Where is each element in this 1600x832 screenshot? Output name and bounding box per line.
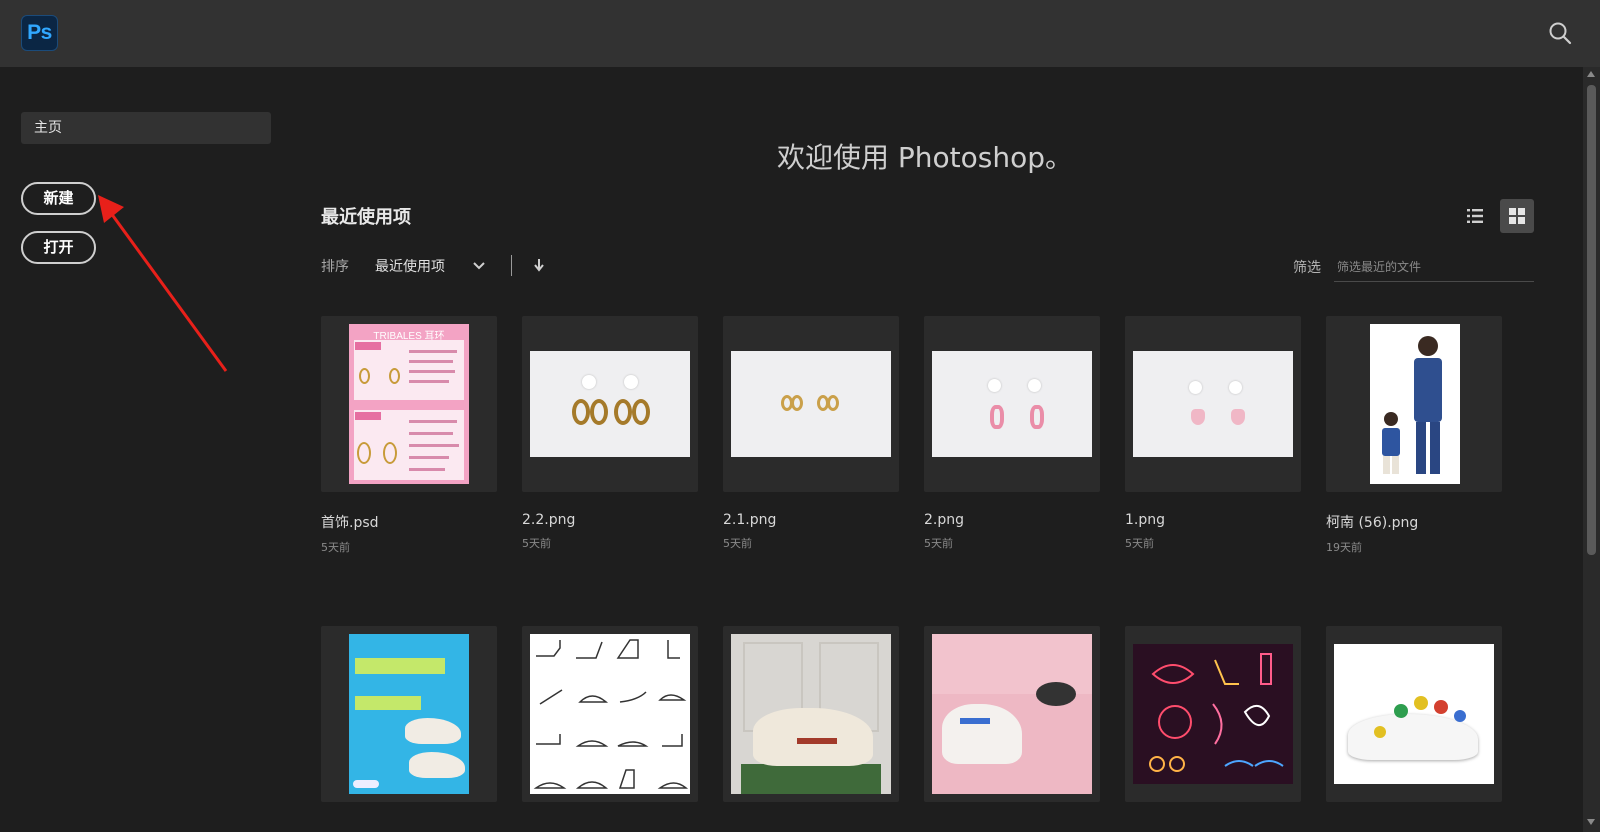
file-thumbnail[interactable] [924,626,1100,802]
file-name: 1.png [1125,512,1166,528]
recent-section-title: 最近使用项 [321,207,411,228]
file-thumbnail[interactable]: TRIBALES 耳环 [321,316,497,492]
grid-view-icon[interactable] [1500,199,1534,233]
file-card[interactable] [1125,626,1301,822]
file-thumbnail[interactable] [723,626,899,802]
file-date: 19天前 [1326,541,1362,554]
filter-label: 筛选 [1293,260,1321,276]
sort-dropdown[interactable]: 最近使用项 [375,256,445,276]
annotation-arrow [98,195,228,372]
file-card[interactable]: TRIBALES 耳环 首饰.psd 5天前 [321,316,497,555]
file-card[interactable] [321,626,497,822]
scroll-thumb[interactable] [1587,85,1596,555]
file-date: 5天前 [522,537,551,550]
photoshop-logo[interactable]: Ps [21,15,58,51]
sort-label: 排序 [321,259,349,275]
top-bar: Ps [0,0,1600,67]
file-thumbnail[interactable] [1326,316,1502,492]
scroll-down-arrow-icon[interactable] [1587,819,1595,825]
file-name: 2.png [924,512,965,528]
search-icon[interactable] [1547,20,1573,46]
file-date: 5天前 [1125,537,1154,550]
file-card[interactable]: 2.png 5天前 [924,316,1100,551]
sort-direction-arrow-icon[interactable] [531,256,547,274]
file-thumbnail[interactable] [522,316,698,492]
file-date: 5天前 [924,537,953,550]
sidebar: 主页 新建 打开 [0,67,290,832]
file-thumbnail[interactable] [1326,626,1502,802]
file-card[interactable]: 1.png 5天前 [1125,316,1301,551]
open-button[interactable]: 打开 [21,231,96,264]
file-card[interactable]: 2.1.png 5天前 [723,316,899,551]
file-card[interactable] [924,626,1100,822]
file-thumbnail[interactable] [924,316,1100,492]
file-thumbnail[interactable] [321,626,497,802]
file-thumbnail[interactable] [1125,626,1301,802]
new-button[interactable]: 新建 [21,182,96,215]
file-name: 2.2.png [522,512,576,528]
file-thumbnail[interactable] [1125,316,1301,492]
file-card[interactable] [522,626,698,822]
file-card[interactable] [1326,626,1502,822]
list-view-icon[interactable] [1458,199,1492,233]
file-card[interactable]: 柯南 (56).png 19天前 [1326,316,1502,555]
file-card[interactable]: 2.2.png 5天前 [522,316,698,551]
file-name: 首饰.psd [321,515,379,531]
file-date: 5天前 [321,541,350,554]
file-name: 柯南 (56).png [1326,515,1419,531]
welcome-heading: 欢迎使用 Photoshop。 [776,141,1073,174]
sidebar-item-home[interactable]: 主页 [21,112,271,144]
scroll-up-arrow-icon[interactable] [1587,71,1595,77]
filter-input[interactable] [1334,252,1534,282]
file-date: 5天前 [723,537,752,550]
file-thumbnail[interactable] [723,316,899,492]
vertical-scrollbar[interactable] [1583,67,1600,832]
file-card[interactable] [723,626,899,822]
sort-divider [511,255,512,276]
file-thumbnail[interactable] [522,626,698,802]
file-name: 2.1.png [723,512,777,528]
chevron-down-icon[interactable] [471,257,487,273]
